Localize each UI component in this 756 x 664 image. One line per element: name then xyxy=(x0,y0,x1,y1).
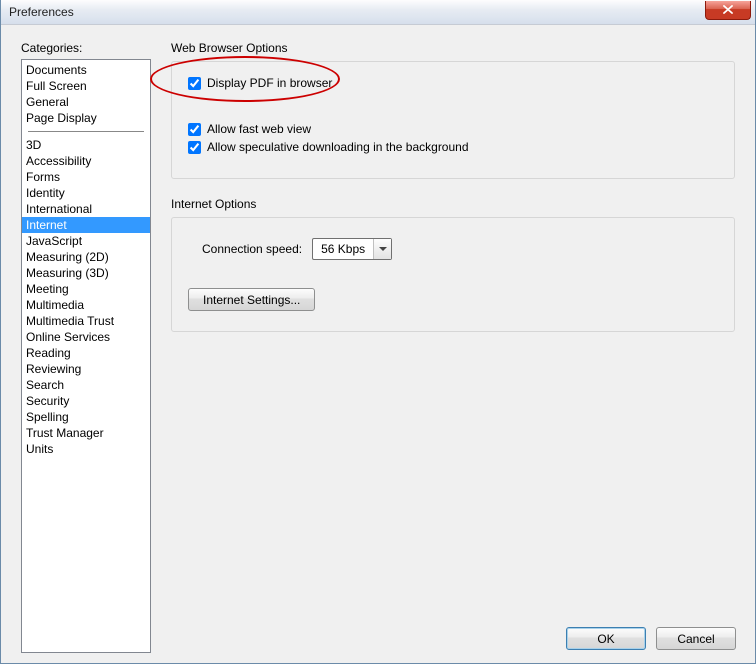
connection-speed-select[interactable]: 56 Kbps xyxy=(312,238,392,260)
sidebar: Categories: DocumentsFull ScreenGeneralP… xyxy=(21,41,151,653)
category-item[interactable]: General xyxy=(22,94,150,110)
category-item[interactable]: Trust Manager xyxy=(22,425,150,441)
speculative-download-checkbox-row[interactable]: Allow speculative downloading in the bac… xyxy=(188,140,718,154)
settings-panel: Web Browser Options Display PDF in brows… xyxy=(171,41,735,653)
cancel-button[interactable]: Cancel xyxy=(656,627,736,650)
category-item[interactable]: Security xyxy=(22,393,150,409)
fast-web-view-checkbox-row[interactable]: Allow fast web view xyxy=(188,122,718,136)
category-item[interactable]: Page Display xyxy=(22,110,150,126)
category-item[interactable]: Internet xyxy=(22,217,150,233)
preferences-dialog: Preferences Categories: DocumentsFull Sc… xyxy=(0,0,756,664)
internet-options-group: Connection speed: 56 Kbps Internet Setti… xyxy=(171,217,735,332)
web-browser-options-group: Display PDF in browser Allow fast web vi… xyxy=(171,61,735,179)
close-icon xyxy=(723,5,733,14)
display-pdf-checkbox[interactable] xyxy=(188,77,201,90)
category-item[interactable]: Multimedia xyxy=(22,297,150,313)
category-item[interactable]: Measuring (3D) xyxy=(22,265,150,281)
category-item[interactable]: Search xyxy=(22,377,150,393)
dialog-content: Categories: DocumentsFull ScreenGeneralP… xyxy=(1,25,755,663)
close-button[interactable] xyxy=(705,1,751,20)
category-item[interactable]: Units xyxy=(22,441,150,457)
category-divider xyxy=(28,131,144,132)
category-item[interactable]: Spelling xyxy=(22,409,150,425)
speculative-download-checkbox[interactable] xyxy=(188,141,201,154)
chevron-down-icon xyxy=(373,239,391,259)
connection-speed-label: Connection speed: xyxy=(202,242,302,256)
fast-web-view-checkbox[interactable] xyxy=(188,123,201,136)
category-item[interactable]: Full Screen xyxy=(22,78,150,94)
category-list[interactable]: DocumentsFull ScreenGeneralPage Display 3… xyxy=(21,59,151,653)
category-item[interactable]: Online Services xyxy=(22,329,150,345)
category-item[interactable]: Measuring (2D) xyxy=(22,249,150,265)
category-item[interactable]: Identity xyxy=(22,185,150,201)
category-item[interactable]: Meeting xyxy=(22,281,150,297)
category-item[interactable]: 3D xyxy=(22,137,150,153)
category-item[interactable]: Accessibility xyxy=(22,153,150,169)
titlebar: Preferences xyxy=(1,0,755,25)
category-item[interactable]: JavaScript xyxy=(22,233,150,249)
fast-web-view-label: Allow fast web view xyxy=(207,122,311,136)
category-item[interactable]: Multimedia Trust xyxy=(22,313,150,329)
connection-speed-row: Connection speed: 56 Kbps xyxy=(202,238,718,260)
connection-speed-value: 56 Kbps xyxy=(313,242,373,256)
internet-options-label: Internet Options xyxy=(171,197,735,211)
speculative-download-label: Allow speculative downloading in the bac… xyxy=(207,140,469,154)
ok-button[interactable]: OK xyxy=(566,627,646,650)
category-item[interactable]: Forms xyxy=(22,169,150,185)
web-browser-options-label: Web Browser Options xyxy=(171,41,735,55)
category-item[interactable]: Reviewing xyxy=(22,361,150,377)
dialog-button-row: OK Cancel xyxy=(566,627,736,650)
category-item[interactable]: Documents xyxy=(22,62,150,78)
internet-settings-button[interactable]: Internet Settings... xyxy=(188,288,315,311)
display-pdf-label: Display PDF in browser xyxy=(207,76,332,90)
category-item[interactable]: Reading xyxy=(22,345,150,361)
window-title: Preferences xyxy=(9,5,74,19)
categories-label: Categories: xyxy=(21,41,151,55)
category-item[interactable]: International xyxy=(22,201,150,217)
display-pdf-checkbox-row[interactable]: Display PDF in browser xyxy=(188,76,718,90)
